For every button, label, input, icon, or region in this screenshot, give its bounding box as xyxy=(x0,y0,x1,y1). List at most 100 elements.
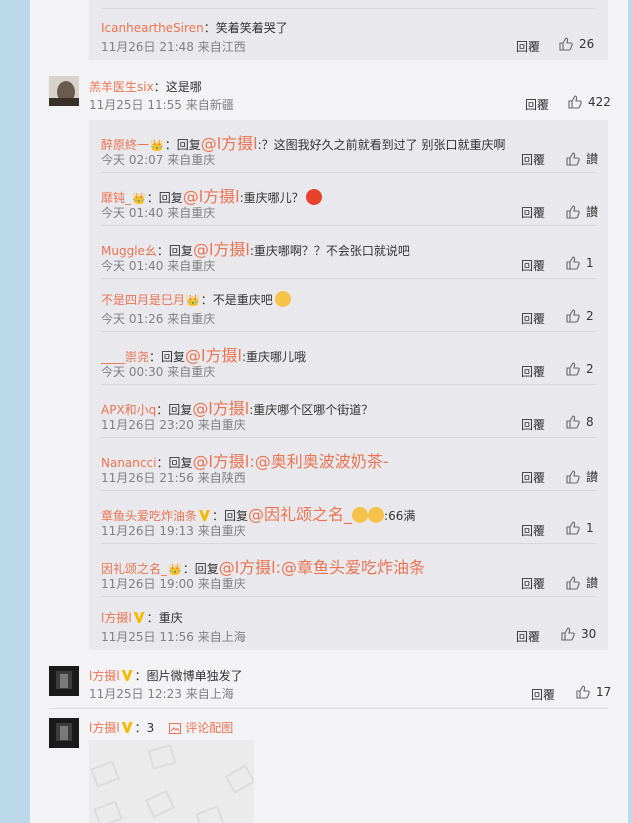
list-item: 因礼颂之名_👑：回复@l方摄l:@章鱼头爱吃炸油条 11月26日 19:00 来… xyxy=(89,544,608,597)
comment-author[interactable]: l方摄l xyxy=(89,669,120,683)
laughing-emoji-icon xyxy=(352,507,369,523)
thumbs-up-icon xyxy=(568,95,582,109)
list-item: APX和小q：回复@l方摄l:重庆哪个区哪个街道？ 11月26日 23:20 来… xyxy=(89,385,608,438)
reply-author[interactable]: Muggle幺 xyxy=(101,244,157,258)
reply-time: 11月26日 23:20 来自重庆 xyxy=(101,418,246,432)
reply-button[interactable]: 回覆 xyxy=(516,38,540,55)
reply-author[interactable]: Nanancci xyxy=(101,456,156,470)
reply-text: 不是重庆吧 xyxy=(212,293,273,307)
like-count: 2 xyxy=(586,362,594,376)
reply-prefix: ：回复 xyxy=(156,403,193,417)
thumbs-up-icon xyxy=(566,256,580,270)
reply-button[interactable]: 回覆 xyxy=(521,469,545,486)
avatar[interactable] xyxy=(49,666,79,696)
reply-text: :重庆哪儿？ xyxy=(239,191,304,205)
divider xyxy=(101,8,596,9)
like-button[interactable]: 2 xyxy=(566,309,594,323)
reply-button[interactable]: 回覆 xyxy=(521,151,545,168)
reply-time: 今天 02:07 来自重庆 xyxy=(101,153,216,167)
reply-author[interactable]: APX和小q xyxy=(101,403,156,417)
like-button[interactable]: 讃 xyxy=(566,203,598,220)
reply-text: :重庆哪个区哪个街道？ xyxy=(249,403,374,417)
reply-author[interactable]: 靡钝_ xyxy=(101,191,131,205)
reply-prefix: ：回复 xyxy=(164,138,201,152)
reply-button[interactable]: 回覆 xyxy=(521,363,545,380)
reply-time: 今天 01:40 来自重庆 xyxy=(101,206,216,220)
list-item: 不是四月是巳月👑：不是重庆吧 今天 01:26 来自重庆 回覆 2 xyxy=(89,279,608,332)
reply-button[interactable]: 回覆 xyxy=(521,522,545,539)
mention-link[interactable]: @因礼颂之名_ xyxy=(248,505,352,524)
like-button[interactable]: 26 xyxy=(559,37,594,51)
like-button[interactable]: 1 xyxy=(566,256,594,270)
like-count: 讃 xyxy=(586,152,599,166)
reply-button[interactable]: 回覆 xyxy=(521,204,545,221)
reply-time: 今天 01:26 来自重庆 xyxy=(101,312,216,326)
reply-prefix: ： xyxy=(146,611,159,625)
divider xyxy=(49,708,608,709)
reply-prefix: ：回复 xyxy=(156,244,193,258)
like-count: 讃 xyxy=(586,576,599,590)
like-button[interactable]: 17 xyxy=(576,685,611,699)
comment-picture-link[interactable]: 评论配图 xyxy=(169,721,233,735)
reply-button[interactable]: 回覆 xyxy=(531,686,555,703)
thumbs-up-icon xyxy=(566,521,580,535)
reply-button[interactable]: 回覆 xyxy=(521,257,545,274)
verified-badge-icon xyxy=(199,510,211,521)
reply-time: 今天 01:40 来自重庆 xyxy=(101,259,216,273)
verified-badge-icon xyxy=(121,670,133,681)
thumbs-up-icon xyxy=(566,309,580,323)
avatar[interactable] xyxy=(49,718,79,748)
reply-author[interactable]: 章鱼头爱吃炸油条 xyxy=(101,509,197,523)
reply-prefix: ：回复 xyxy=(182,562,219,576)
reply-prefix: ：回复 xyxy=(156,456,193,470)
like-count: 8 xyxy=(586,415,594,429)
top-reply-block: IcanheartheSiren：笑着笑着哭了 11月26日 21:48 来自江… xyxy=(89,0,608,60)
reply-button[interactable]: 回覆 xyxy=(521,416,545,433)
thumbs-up-icon xyxy=(566,204,580,219)
list-item: 醉原終一👑：回复@l方摄l:？这图我好久之前就看到过了 别张口就重庆啊 今天 0… xyxy=(89,120,608,173)
crying-emoji-icon xyxy=(274,291,291,307)
reply-text: :66满 xyxy=(384,509,416,523)
reply-author[interactable]: 不是四月是巳月 xyxy=(101,293,185,307)
thumbs-up-icon xyxy=(566,151,580,166)
reply-author[interactable]: ____崇尧 xyxy=(101,350,149,364)
thumbs-up-icon xyxy=(566,469,580,484)
list-item: 靡钝_👑：回复@l方摄l:重庆哪儿？ 今天 01:40 来自重庆 回覆 讃 xyxy=(89,173,608,226)
comment-author[interactable]: l方摄l xyxy=(89,721,120,735)
thumbs-up-icon xyxy=(566,415,580,429)
like-count: 30 xyxy=(581,627,597,641)
like-button[interactable]: 讃 xyxy=(566,574,598,591)
reply-prefix: ：回复 xyxy=(212,509,249,523)
reply-author[interactable]: 因礼颂之名_ xyxy=(101,562,167,576)
comment-image-placeholder[interactable] xyxy=(89,740,254,823)
reply-author[interactable]: 醉原終一 xyxy=(101,138,149,152)
reply-prefix: ：回复 xyxy=(146,191,183,205)
hat-badge-icon: 👑 xyxy=(186,294,200,307)
page-edge xyxy=(628,0,632,823)
reply-button[interactable]: 回覆 xyxy=(521,575,545,592)
reply-button[interactable]: 回覆 xyxy=(525,96,549,113)
like-button[interactable]: 8 xyxy=(566,415,594,429)
list-item: 章鱼头爱吃炸油条 ：回复@因礼颂之名_:66满 11月26日 19:13 来自重庆… xyxy=(89,491,608,544)
reply-author[interactable]: IcanheartheSiren xyxy=(101,21,204,35)
reply-button[interactable]: 回覆 xyxy=(521,310,545,327)
reply-button[interactable]: 回覆 xyxy=(516,628,540,645)
reply-prefix: ：回复 xyxy=(149,350,186,364)
like-button[interactable]: 1 xyxy=(566,521,594,535)
comment-author[interactable]: 羔羊医生six xyxy=(89,80,154,94)
like-button[interactable]: 讃 xyxy=(566,468,598,485)
reply-author[interactable]: l方摄l xyxy=(101,611,132,625)
thumbs-up-icon xyxy=(566,362,580,376)
like-button[interactable]: 讃 xyxy=(566,150,598,167)
list-item: l方摄l ：重庆 11月25日 11:56 来自上海 回覆 30 xyxy=(89,597,608,650)
reply-text: :@章鱼头爱吃炸油条 xyxy=(275,558,426,577)
like-button[interactable]: 2 xyxy=(566,362,594,376)
like-button[interactable]: 30 xyxy=(561,627,596,641)
reply-text: :？这图我好久之前就看到过了 别张口就重庆啊 xyxy=(257,138,506,152)
like-count: 1 xyxy=(586,521,594,535)
like-button[interactable]: 422 xyxy=(568,95,611,109)
like-count: 2 xyxy=(586,309,594,323)
avatar[interactable] xyxy=(49,76,79,106)
angry-emoji-icon xyxy=(305,189,322,205)
comment-time: 11月25日 12:23 来自上海 xyxy=(89,687,234,701)
